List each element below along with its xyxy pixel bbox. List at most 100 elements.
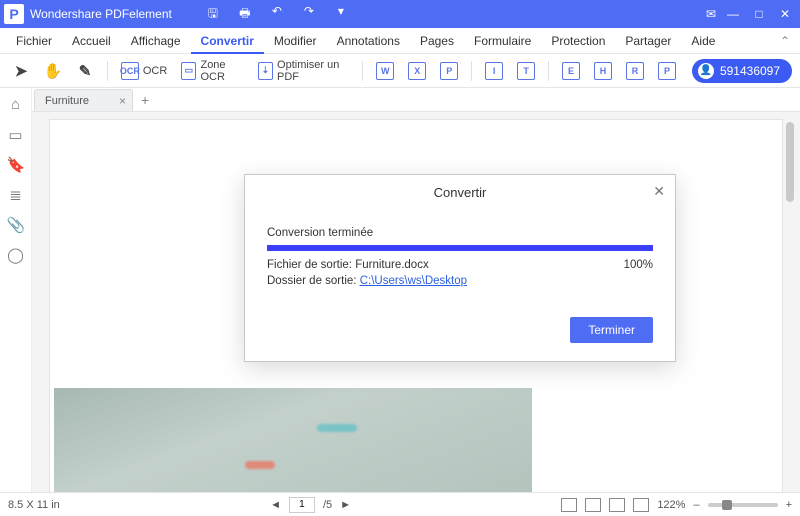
tab-close-icon[interactable]: × bbox=[119, 94, 126, 108]
zone-ocr-button[interactable]: ▭Zone OCR bbox=[177, 57, 247, 85]
menu-modifier[interactable]: Modifier bbox=[264, 28, 327, 54]
bookmarks-icon[interactable]: 🔖 bbox=[7, 156, 25, 174]
to-text-button[interactable]: T bbox=[513, 60, 539, 82]
pdfa-icon: P bbox=[658, 62, 676, 80]
zoom-out-icon[interactable]: – bbox=[693, 499, 699, 511]
ocr-label: OCR bbox=[143, 65, 167, 77]
title-bar: P Wondershare PDFelement 🖫 🖶 ↶ ↷ ▾ ✉ — □… bbox=[0, 0, 800, 28]
view-two-icon[interactable] bbox=[609, 498, 625, 512]
dialog-title-bar: Convertir ✕ bbox=[245, 175, 675, 209]
output-file-name: Furniture.docx bbox=[355, 259, 429, 271]
dialog-close-icon[interactable]: ✕ bbox=[653, 183, 665, 200]
ocr-button[interactable]: OCR OCR bbox=[117, 60, 171, 82]
page-next-icon[interactable]: ► bbox=[340, 499, 351, 511]
conversion-status: Conversion terminée bbox=[267, 227, 653, 239]
zoom-in-icon[interactable]: + bbox=[786, 499, 792, 511]
hand-icon: ✋ bbox=[44, 62, 62, 80]
thumbnails-icon[interactable]: ▭ bbox=[7, 126, 25, 144]
menu-partager[interactable]: Partager bbox=[615, 28, 681, 54]
hand-tool[interactable]: ✋ bbox=[40, 60, 66, 82]
main-area: Furniture × + Convertir ✕ Conversion ter… bbox=[32, 88, 800, 492]
output-folder-line: Dossier de sortie: C:\Users\ws\Desktop bbox=[267, 275, 653, 287]
page-prev-icon[interactable]: ◄ bbox=[270, 499, 281, 511]
attachments-icon[interactable]: 📎 bbox=[7, 216, 25, 234]
view-two-cont-icon[interactable] bbox=[633, 498, 649, 512]
user-account-pill[interactable]: 👤 591436097 bbox=[692, 59, 792, 83]
to-rtf-button[interactable]: R bbox=[622, 60, 648, 82]
to-ppt-button[interactable]: P bbox=[436, 60, 462, 82]
to-html-button[interactable]: H bbox=[590, 60, 616, 82]
optimize-label: Optimiser un PDF bbox=[277, 59, 349, 83]
finish-button[interactable]: Terminer bbox=[570, 317, 653, 343]
tab-label: Furniture bbox=[45, 95, 89, 107]
zone-ocr-icon: ▭ bbox=[181, 62, 196, 80]
user-id: 591436097 bbox=[720, 64, 780, 78]
output-file-label: Fichier de sortie: bbox=[267, 259, 355, 271]
mail-icon[interactable]: ✉ bbox=[700, 7, 722, 21]
text-icon: T bbox=[517, 62, 535, 80]
vertical-scrollbar[interactable] bbox=[786, 122, 794, 202]
optimize-icon: ⇣ bbox=[258, 62, 273, 80]
select-tool[interactable]: ➤ bbox=[8, 60, 34, 82]
ocr-icon: OCR bbox=[121, 62, 139, 80]
ribbon-collapse-icon[interactable]: ⌃ bbox=[780, 34, 790, 48]
menu-accueil[interactable]: Accueil bbox=[62, 28, 121, 54]
ribbon-toolbar: ➤ ✋ ✎ OCR OCR ▭Zone OCR ⇣Optimiser un PDF… bbox=[0, 54, 800, 88]
qat-more-icon[interactable]: ▾ bbox=[330, 4, 352, 25]
home-icon[interactable]: ⌂ bbox=[7, 96, 25, 114]
menu-convertir[interactable]: Convertir bbox=[191, 28, 264, 54]
user-avatar-icon: 👤 bbox=[698, 63, 714, 79]
optimize-pdf-button[interactable]: ⇣Optimiser un PDF bbox=[254, 57, 354, 85]
view-continuous-icon[interactable] bbox=[585, 498, 601, 512]
menu-aide[interactable]: Aide bbox=[681, 28, 725, 54]
excel-icon: X bbox=[408, 62, 426, 80]
page-image-content bbox=[54, 388, 532, 492]
html-icon: H bbox=[594, 62, 612, 80]
zoom-slider-thumb[interactable] bbox=[722, 500, 732, 510]
zoom-slider[interactable] bbox=[708, 503, 778, 507]
zoom-value: 122% bbox=[657, 499, 685, 511]
progress-bar bbox=[267, 245, 653, 251]
convert-dialog: Convertir ✕ Conversion terminée Fichier … bbox=[244, 174, 676, 362]
minimize-icon[interactable]: — bbox=[722, 7, 744, 21]
search-panel-icon[interactable]: ◯ bbox=[7, 246, 25, 264]
output-folder-link[interactable]: C:\Users\ws\Desktop bbox=[360, 275, 467, 287]
to-excel-button[interactable]: X bbox=[404, 60, 430, 82]
cursor-icon: ➤ bbox=[12, 62, 30, 80]
menu-formulaire[interactable]: Formulaire bbox=[464, 28, 541, 54]
to-pdfa-button[interactable]: P bbox=[654, 60, 680, 82]
app-title: Wondershare PDFelement bbox=[30, 7, 172, 21]
to-word-button[interactable]: W bbox=[372, 60, 398, 82]
save-icon[interactable]: 🖫 bbox=[202, 4, 224, 25]
close-icon[interactable]: ✕ bbox=[774, 7, 796, 21]
page-number-input[interactable] bbox=[289, 497, 315, 513]
rtf-icon: R bbox=[626, 62, 644, 80]
document-tabs: Furniture × + bbox=[32, 88, 800, 112]
menu-protection[interactable]: Protection bbox=[541, 28, 615, 54]
menu-annotations[interactable]: Annotations bbox=[327, 28, 410, 54]
redo-icon[interactable]: ↷ bbox=[298, 4, 320, 25]
epub-icon: E bbox=[562, 62, 580, 80]
to-image-button[interactable]: I bbox=[481, 60, 507, 82]
menu-affichage[interactable]: Affichage bbox=[121, 28, 191, 54]
print-icon[interactable]: 🖶 bbox=[234, 4, 256, 25]
image-icon: I bbox=[485, 62, 503, 80]
status-bar: 8.5 X 11 in ◄ /5 ► 122% – + bbox=[0, 492, 800, 516]
menu-bar: Fichier Accueil Affichage Convertir Modi… bbox=[0, 28, 800, 54]
left-sidebar: ⌂ ▭ 🔖 ≣ 📎 ◯ bbox=[0, 88, 32, 492]
tab-furniture[interactable]: Furniture × bbox=[34, 89, 133, 111]
menu-fichier[interactable]: Fichier bbox=[6, 28, 62, 54]
word-icon: W bbox=[376, 62, 394, 80]
page-dimensions: 8.5 X 11 in bbox=[8, 499, 60, 511]
comments-icon[interactable]: ≣ bbox=[7, 186, 25, 204]
to-epub-button[interactable]: E bbox=[558, 60, 584, 82]
maximize-icon[interactable]: □ bbox=[748, 7, 770, 21]
page-total: /5 bbox=[323, 499, 332, 511]
dialog-title: Convertir bbox=[434, 185, 487, 200]
edit-tool[interactable]: ✎ bbox=[72, 60, 98, 82]
new-tab-button[interactable]: + bbox=[141, 89, 149, 111]
progress-percent: 100% bbox=[624, 259, 653, 271]
undo-icon[interactable]: ↶ bbox=[266, 4, 288, 25]
menu-pages[interactable]: Pages bbox=[410, 28, 464, 54]
view-single-icon[interactable] bbox=[561, 498, 577, 512]
